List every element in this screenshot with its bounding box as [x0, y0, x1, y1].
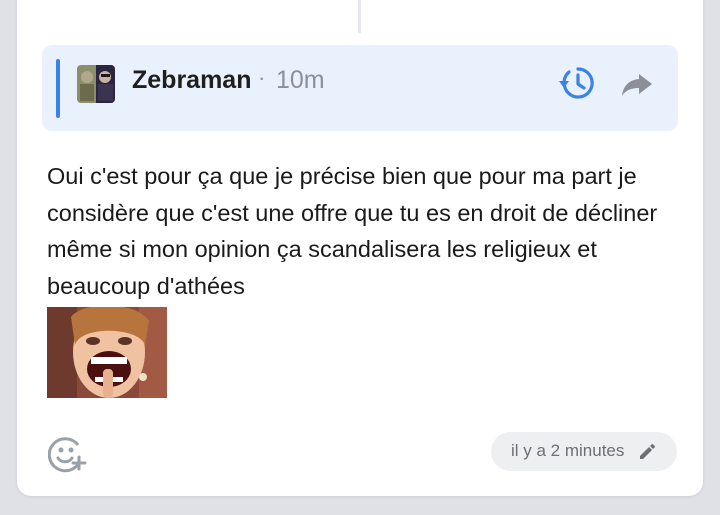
quote-accent-bar — [56, 59, 60, 118]
reaction-gif-image[interactable] — [47, 307, 167, 398]
avatar[interactable] — [77, 65, 115, 103]
add-reaction-icon[interactable] — [47, 433, 88, 473]
edited-time-label: il y a 2 minutes — [511, 441, 625, 460]
post-time: 10m — [276, 66, 325, 94]
share-icon[interactable] — [617, 65, 657, 103]
message-body: Oui c'est pour ça que je précise bien qu… — [47, 163, 658, 299]
edited-timestamp-badge[interactable]: il y a 2 minutes — [491, 432, 677, 471]
separator-dot: · — [258, 65, 266, 90]
post-card: Zebraman · 10m Oui c'est pour ça que je … — [17, 0, 703, 496]
thread-line — [358, 0, 361, 33]
history-icon[interactable] — [557, 63, 597, 103]
pencil-icon — [637, 442, 657, 462]
quoted-reply[interactable]: Zebraman · 10m — [42, 45, 678, 131]
author-name[interactable]: Zebraman — [132, 66, 251, 95]
